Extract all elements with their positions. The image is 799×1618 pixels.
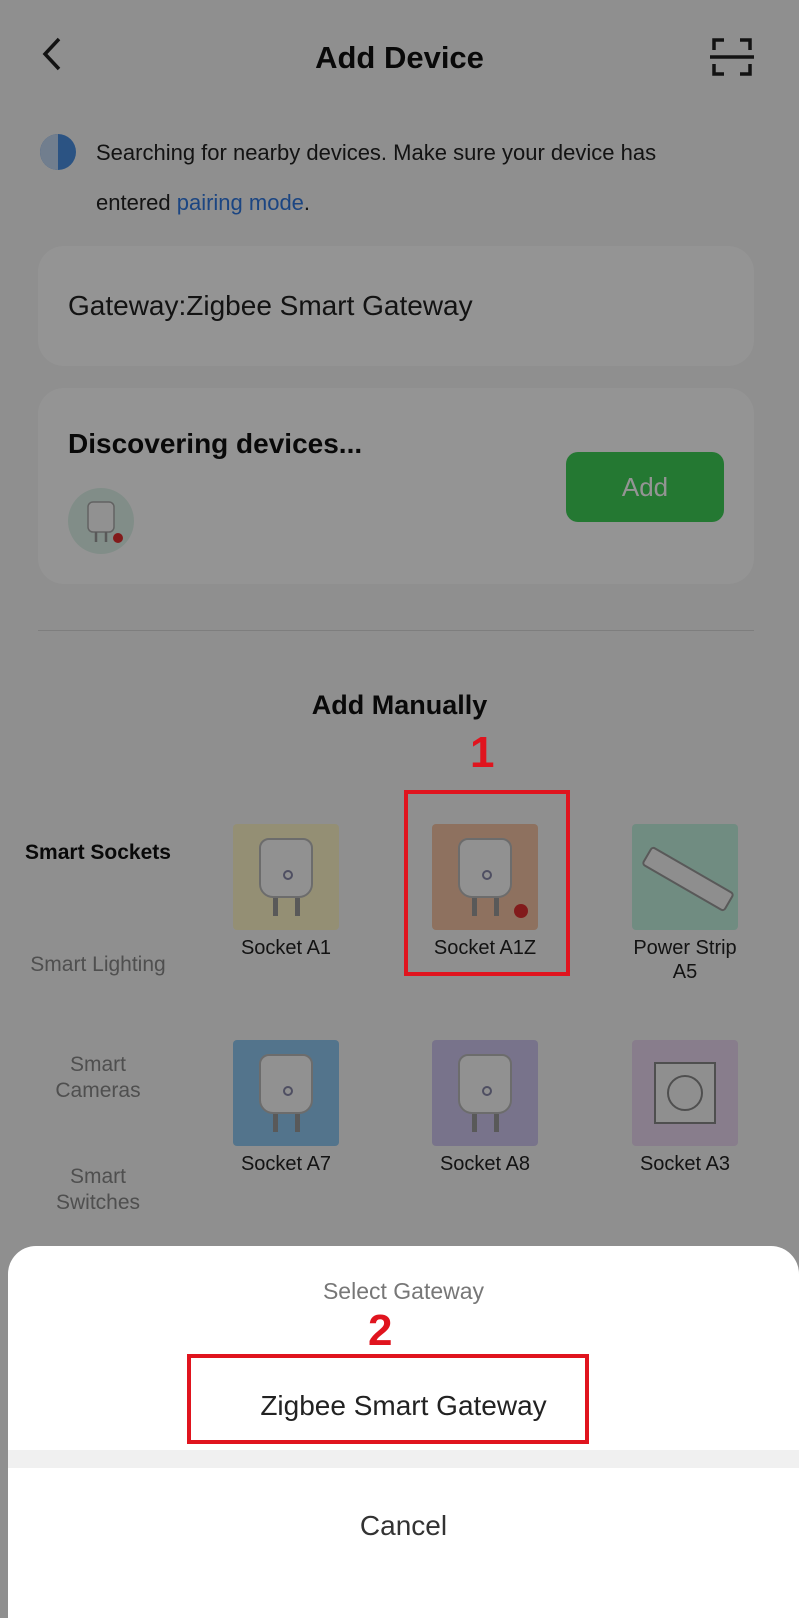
annotation-step-1: 1 bbox=[470, 728, 495, 777]
annotation-step-2: 2 bbox=[368, 1306, 393, 1355]
sheet-title: Select Gateway bbox=[322, 1278, 485, 1304]
sheet-separator bbox=[8, 1450, 799, 1468]
annotation-box-2 bbox=[187, 1354, 589, 1444]
annotation-box-1 bbox=[404, 790, 570, 976]
cancel-button[interactable]: Cancel bbox=[8, 1496, 799, 1556]
